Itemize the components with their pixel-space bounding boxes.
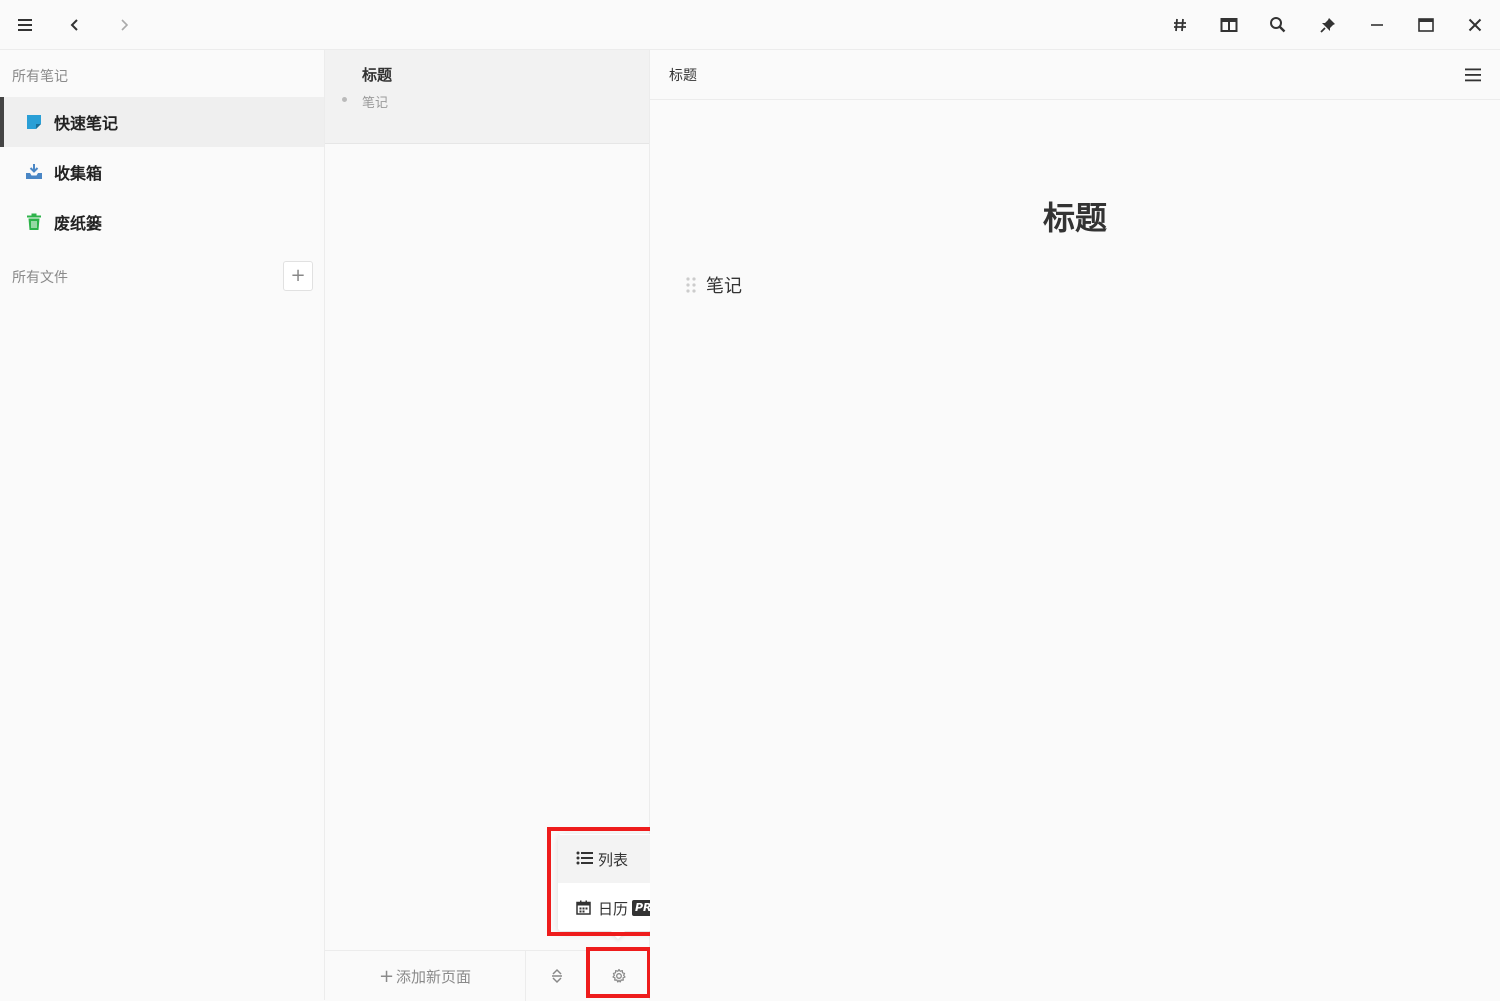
pin-icon	[1319, 17, 1335, 33]
columns-icon	[1220, 17, 1237, 32]
note-list-footer: + 添加新页面	[325, 950, 649, 1001]
note-list-item[interactable]: 标题 笔记	[325, 50, 649, 144]
search-button[interactable]	[1253, 0, 1302, 49]
all-notes-header: 所有笔记	[12, 69, 68, 85]
title-bar	[0, 0, 1500, 50]
sort-button[interactable]	[537, 961, 577, 991]
editor-pane: 标题 标题 笔记	[650, 50, 1500, 1000]
all-files-header: 所有文件	[12, 270, 68, 286]
sidebar-item-label: 快速笔记	[54, 114, 119, 133]
search-icon	[1270, 17, 1286, 33]
chevron-left-icon	[70, 18, 78, 31]
chevron-right-icon	[120, 18, 128, 31]
maximize-icon	[1417, 17, 1434, 32]
editor-header: 标题	[650, 50, 1500, 100]
drag-handle-icon[interactable]	[685, 276, 697, 294]
sidebar-item-label: 废纸篓	[54, 214, 103, 233]
close-icon	[1468, 18, 1481, 31]
tags-button[interactable]	[1155, 0, 1204, 49]
view-mode-calendar-label: 日历	[598, 899, 629, 918]
sort-icon	[552, 968, 562, 984]
editor-block-text[interactable]: 笔记	[706, 272, 742, 298]
sidebar-item-trash[interactable]: 废纸篓	[0, 197, 324, 247]
view-settings-button[interactable]	[599, 961, 639, 991]
list-icon	[576, 851, 593, 865]
add-folder-button[interactable]: +	[283, 261, 313, 291]
sidebar-item-quick-notes[interactable]: 快速笔记	[0, 97, 324, 147]
minimize-button[interactable]	[1352, 0, 1401, 49]
hamburger-icon	[17, 18, 32, 31]
back-button[interactable]	[50, 0, 99, 49]
calendar-icon	[576, 900, 591, 915]
plus-icon: +	[378, 965, 395, 987]
sidebar-item-label: 收集箱	[54, 164, 103, 183]
note-snippet: 笔记	[362, 96, 389, 111]
gear-icon	[612, 968, 626, 983]
pin-button[interactable]	[1303, 0, 1352, 49]
bullet-icon	[342, 97, 347, 102]
note-title: 标题	[362, 66, 393, 84]
menu-icon	[1465, 68, 1481, 82]
add-page-button[interactable]: + 添加新页面	[325, 951, 526, 1001]
hamburger-menu-button[interactable]	[0, 0, 49, 49]
maximize-button[interactable]	[1401, 0, 1450, 49]
sidebar-item-inbox[interactable]: 收集箱	[0, 147, 324, 197]
split-view-button[interactable]	[1204, 0, 1253, 49]
forward-button[interactable]	[99, 0, 148, 49]
sidebar: 所有笔记 快速笔记 收集箱 废纸篓 所有文件 +	[0, 50, 325, 1000]
view-mode-list-label: 列表	[598, 850, 629, 869]
add-page-label: 添加新页面	[396, 967, 472, 986]
inbox-icon	[26, 164, 42, 179]
note-icon	[27, 115, 41, 129]
close-button[interactable]	[1450, 0, 1499, 49]
trash-icon	[27, 213, 41, 230]
document-title[interactable]: 标题	[650, 193, 1500, 239]
minimize-icon	[1370, 23, 1383, 26]
hashtag-icon	[1173, 18, 1186, 31]
breadcrumb: 标题	[669, 68, 697, 84]
editor-menu-button[interactable]	[1458, 62, 1488, 88]
